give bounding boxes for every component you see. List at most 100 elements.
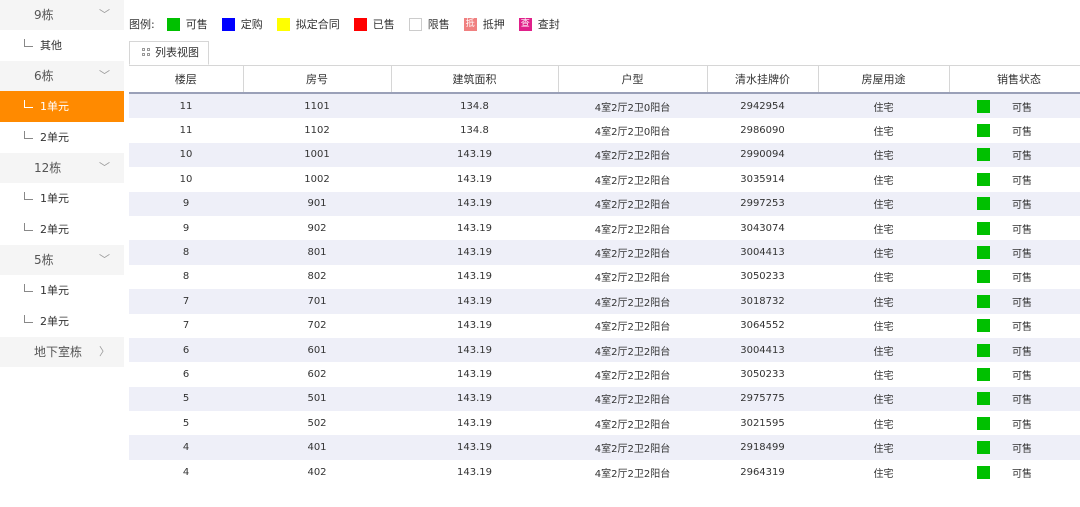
sidebar-group-9[interactable]: 9栋 ﹀	[0, 0, 124, 30]
cell-layout: 4室2厅2卫2阳台	[558, 215, 707, 241]
cell-floor: 7	[129, 289, 243, 314]
table-row[interactable]: 10 1001 143.19 4室2厅2卫2阳台 2990094 住宅 可售	[129, 142, 1080, 168]
sidebar-group-6[interactable]: 6栋 ﹀	[0, 61, 124, 91]
status-swatch-icon	[977, 148, 990, 162]
sold-swatch-icon	[353, 17, 367, 31]
cell-price: 3018732	[707, 289, 818, 314]
table-row[interactable]: 4 401 143.19 4室2厅2卫2阳台 2918499 住宅 可售	[129, 435, 1080, 460]
column-header-price[interactable]: 清水挂牌价	[707, 66, 819, 94]
table-row[interactable]: 7 701 143.19 4室2厅2卫2阳台 3018732 住宅 可售	[129, 289, 1080, 314]
table-row[interactable]: 11 1102 134.8 4室2厅2卫0阳台 2986090 住宅 可售	[129, 118, 1080, 143]
table-row[interactable]: 5 501 143.19 4室2厅2卫2阳台 2975775 住宅 可售	[129, 386, 1080, 412]
grid-icon	[142, 48, 151, 57]
available-swatch-icon	[166, 17, 180, 31]
sidebar-item-5-unit1[interactable]: 1单元	[0, 275, 124, 306]
cell-use: 住宅	[818, 118, 949, 143]
cell-use: 住宅	[818, 191, 949, 216]
column-header-layout[interactable]: 户型	[558, 66, 708, 94]
cell-area: 143.19	[391, 264, 558, 290]
table-row[interactable]: 6 602 143.19 4室2厅2卫2阳台 3050233 住宅 可售	[129, 362, 1080, 387]
status-swatch-icon	[977, 294, 990, 308]
tree-branch-icon	[24, 39, 33, 47]
table-row[interactable]: 9 901 143.19 4室2厅2卫2阳台 2997253 住宅 可售	[129, 191, 1080, 216]
cell-room: 1102	[243, 118, 391, 143]
column-header-use[interactable]: 房屋用途	[818, 66, 950, 94]
sidebar-group-12[interactable]: 12栋 ﹀	[0, 153, 124, 183]
cell-room: 1002	[243, 167, 391, 192]
cell-room: 1001	[243, 142, 391, 168]
cell-floor: 11	[129, 118, 243, 143]
column-header-area[interactable]: 建筑面积	[391, 66, 559, 94]
table-row[interactable]: 4 402 143.19 4室2厅2卫2阳台 2964319 住宅 可售	[129, 459, 1080, 485]
sidebar-item-label: 1单元	[40, 284, 69, 297]
column-header-status[interactable]: 销售状态	[949, 66, 1080, 94]
cell-area: 143.19	[391, 313, 558, 338]
cell-price: 2964319	[707, 459, 818, 485]
sidebar-item-label: 其他	[40, 39, 62, 52]
cell-status: 可售	[949, 337, 1080, 363]
table-row[interactable]: 8 801 143.19 4室2厅2卫2阳台 3004413 住宅 可售	[129, 240, 1080, 265]
sidebar-item-5-unit2[interactable]: 2单元	[0, 306, 124, 337]
cell-status: 可售	[949, 118, 1080, 143]
cell-status: 可售	[949, 411, 1080, 436]
cell-floor: 5	[129, 411, 243, 436]
table-row[interactable]: 7 702 143.19 4室2厅2卫2阳台 3064552 住宅 可售	[129, 313, 1080, 338]
cell-area: 143.19	[391, 142, 558, 168]
status-label: 可售	[1012, 102, 1032, 114]
table-row[interactable]: 9 902 143.19 4室2厅2卫2阳台 3043074 住宅 可售	[129, 215, 1080, 241]
cell-layout: 4室2厅2卫2阳台	[558, 411, 707, 436]
sidebar-item-12-unit2[interactable]: 2单元	[0, 214, 124, 245]
sidebar-item-12-unit1[interactable]: 1单元	[0, 183, 124, 214]
status-label: 可售	[1012, 273, 1032, 285]
status-swatch-icon	[977, 319, 990, 333]
cell-use: 住宅	[818, 215, 949, 241]
table-row[interactable]: 11 1101 134.8 4室2厅2卫0阳台 2942954 住宅 可售	[129, 93, 1080, 119]
legend-label: 查封	[537, 18, 560, 31]
cell-price: 3043074	[707, 215, 818, 241]
status-swatch-icon	[977, 221, 990, 235]
cell-use: 住宅	[818, 289, 949, 314]
legend-item-sold: 已售	[353, 16, 395, 32]
cell-room: 702	[243, 313, 391, 338]
table-row[interactable]: 5 502 143.19 4室2厅2卫2阳台 3021595 住宅 可售	[129, 411, 1080, 436]
mortgage-badge-icon: 抵	[463, 17, 477, 31]
legend-label: 已售	[372, 18, 395, 31]
cell-layout: 4室2厅2卫2阳台	[558, 435, 707, 460]
column-header-floor[interactable]: 楼层	[129, 66, 244, 94]
cell-status: 可售	[949, 386, 1080, 412]
cell-area: 143.19	[391, 167, 558, 192]
status-label: 可售	[1012, 419, 1032, 431]
status-label: 可售	[1012, 175, 1032, 187]
column-header-room[interactable]: 房号	[243, 66, 392, 94]
cell-layout: 4室2厅2卫2阳台	[558, 337, 707, 363]
cell-layout: 4室2厅2卫2阳台	[558, 289, 707, 314]
table-row[interactable]: 6 601 143.19 4室2厅2卫2阳台 3004413 住宅 可售	[129, 337, 1080, 363]
status-label: 可售	[1012, 395, 1032, 407]
cell-status: 可售	[949, 264, 1080, 290]
draft-contract-swatch-icon	[276, 17, 290, 31]
cell-status: 可售	[949, 459, 1080, 485]
sidebar-item-6-unit1[interactable]: 1单元	[0, 91, 124, 122]
sidebar-item-6-unit2[interactable]: 2单元	[0, 122, 124, 153]
tree-branch-icon	[24, 315, 33, 323]
sidebar-group-5[interactable]: 5栋 ﹀	[0, 245, 124, 275]
cell-layout: 4室2厅2卫2阳台	[558, 167, 707, 192]
status-swatch-icon	[977, 197, 990, 211]
status-label: 可售	[1012, 127, 1032, 139]
unit-table: 楼层 房号 建筑面积 户型 清水挂牌价 房屋用途 销售状态 11 1101 134.…	[129, 66, 1080, 507]
sidebar-item-9-other[interactable]: 其他	[0, 30, 124, 61]
legend-title: 图例:	[129, 18, 155, 31]
tab-list-view[interactable]: 列表视图	[129, 41, 209, 65]
table-row[interactable]: 10 1002 143.19 4室2厅2卫2阳台 3035914 住宅 可售	[129, 167, 1080, 192]
cell-layout: 4室2厅2卫2阳台	[558, 264, 707, 290]
sidebar-item-label: 1单元	[40, 100, 69, 113]
status-swatch-icon	[977, 392, 990, 406]
legend-item-draft-contract: 拟定合同	[276, 16, 340, 32]
table-row[interactable]: 8 802 143.19 4室2厅2卫2阳台 3050233 住宅 可售	[129, 264, 1080, 290]
sidebar-group-basement[interactable]: 地下室栋 〉	[0, 337, 124, 367]
cell-price: 2942954	[707, 93, 818, 119]
cell-area: 143.19	[391, 459, 558, 485]
cell-use: 住宅	[818, 142, 949, 168]
cell-status: 可售	[949, 362, 1080, 387]
status-label: 可售	[1012, 200, 1032, 212]
